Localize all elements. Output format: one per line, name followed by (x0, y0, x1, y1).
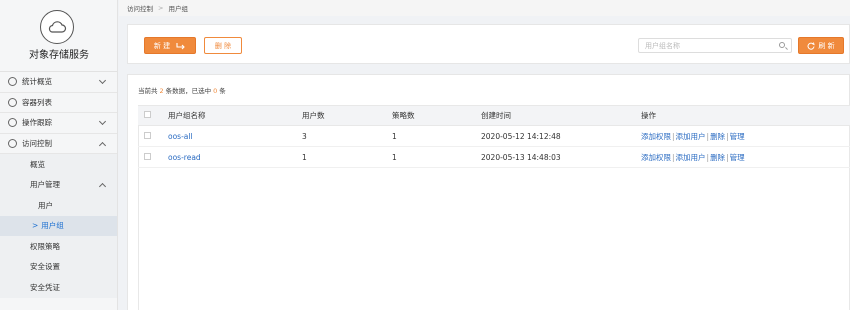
refresh-button[interactable]: 刷 新 (798, 37, 844, 54)
add-user-link[interactable]: 添加用户 (676, 153, 706, 162)
chevron-down-icon (98, 76, 107, 85)
select-all-checkbox[interactable] (144, 111, 151, 118)
selected-count: 0 (213, 87, 218, 95)
add-user-link[interactable]: 添加用户 (676, 132, 706, 141)
delete-link[interactable]: 删除 (710, 132, 725, 141)
user-count: 1 (296, 146, 386, 168)
row-select-cell (138, 125, 162, 147)
row-checkbox[interactable] (144, 131, 151, 139)
record-summary: 当前共 2 条数据，已选中 0 条 (138, 85, 226, 95)
manage-link[interactable]: 管理 (730, 153, 745, 162)
app-title: 对象存储服务 (29, 50, 89, 61)
breadcrumb: 访问控制 > 用户组 (119, 0, 850, 16)
row-select-cell (138, 146, 162, 168)
sidebar-item-permission-policies[interactable]: 权限策略 (0, 236, 117, 257)
chevron-up-icon (98, 182, 107, 190)
sidebar-item-overview-stats[interactable]: 统计概览 (0, 72, 117, 93)
sidebar-item-label: 访问控制 (22, 138, 52, 148)
summary-mid: 条数据，已选中 (165, 87, 212, 95)
enter-arrow-icon (176, 42, 185, 49)
sidebar-item-label: 用户 (38, 200, 53, 210)
sidebar-item-label: 统计概览 (22, 77, 52, 87)
summary-prefix: 当前共 (138, 87, 158, 95)
summary-suffix: 条 (219, 87, 226, 95)
refresh-button-label: 刷 新 (818, 41, 835, 50)
access-control-icon (8, 138, 17, 148)
group-name-link[interactable]: oos-all (162, 125, 296, 147)
sidebar-item-users[interactable]: 用户 (0, 195, 117, 216)
total-count: 2 (159, 87, 164, 95)
sidebar-item-user-groups[interactable]: > 用户组 (0, 215, 117, 236)
sidebar-item-label: 安全凭证 (30, 282, 60, 292)
sidebar-item-access-overview[interactable]: 概览 (0, 154, 117, 175)
delete-button-label: 删 除 (214, 41, 232, 50)
table-panel: 当前共 2 条数据，已选中 0 条 用户组名称 用户数 策略数 创建时间 操作 oos-… (127, 74, 850, 310)
select-all-cell (138, 105, 162, 126)
new-button[interactable]: 新 建 (144, 37, 196, 54)
main-content: 访问控制 > 用户组 新 建 删 除 刷 新 当前共2条数据，已选中0条 (119, 0, 850, 310)
policy-count: 1 (386, 125, 475, 147)
logo-area: 对象存储服务 (0, 0, 117, 72)
add-permission-link[interactable]: 添加权限 (641, 132, 671, 141)
action-separator: | (706, 131, 710, 141)
action-separator: | (726, 131, 729, 141)
created-time: 2020-05-13 14:48:03 (475, 146, 635, 168)
new-button-label: 新 建 (153, 41, 171, 50)
table-row: oos-read 1 1 2020-05-13 14:48:03 添加权限|添加… (138, 146, 850, 168)
sidebar-item-label: 操作跟踪 (22, 118, 52, 128)
sidebar-item-user-management[interactable]: 用户管理 (0, 174, 117, 195)
manage-link[interactable]: 管理 (730, 132, 745, 141)
row-checkbox[interactable] (144, 152, 151, 160)
action-separator: | (706, 152, 710, 162)
user-count: 3 (296, 125, 386, 147)
breadcrumb-current: 用户组 (168, 5, 188, 13)
sidebar-item-label: 概览 (30, 159, 45, 169)
sidebar-item-label: 容器列表 (22, 97, 52, 107)
chevron-down-icon (98, 117, 107, 126)
delete-link[interactable]: 删除 (710, 153, 725, 162)
action-separator: | (672, 131, 675, 141)
add-permission-link[interactable]: 添加权限 (641, 153, 671, 162)
row-actions: 添加权限|添加用户|删除|管理 (635, 146, 850, 168)
column-header: 用户组名称 (162, 105, 296, 126)
sidebar-item-security-credentials[interactable]: 安全凭证 (0, 277, 117, 298)
active-marker-icon: > (32, 221, 39, 231)
breadcrumb-separator: > (158, 4, 164, 12)
refresh-icon (807, 41, 816, 50)
sidebar-nav: 统计概览 容器列表 操作跟踪 访问控制 概览 用户管理 用户 > 用户组 权限策… (0, 72, 117, 298)
search-icon[interactable] (779, 42, 785, 48)
row-actions: 添加权限|添加用户|删除|管理 (635, 125, 850, 147)
chevron-up-icon (98, 141, 107, 149)
group-name-link[interactable]: oos-read (162, 146, 296, 168)
sidebar-item-label: 用户组 (41, 221, 64, 231)
chart-icon (8, 77, 17, 87)
sidebar: 对象存储服务 统计概览 容器列表 操作跟踪 访问控制 概览 用户管理 用户 > … (0, 0, 118, 310)
toolbar: 新 建 删 除 刷 新 (127, 24, 850, 64)
search-box (638, 38, 792, 53)
created-time: 2020-05-12 14:12:48 (475, 125, 635, 147)
sidebar-item-label: 权限策略 (30, 241, 60, 251)
action-separator: | (726, 152, 729, 162)
sidebar-item-containers[interactable]: 容器列表 (0, 93, 117, 113)
sidebar-item-access-control[interactable]: 访问控制 (0, 134, 117, 154)
container-icon (8, 97, 17, 107)
sidebar-item-operation-trace[interactable]: 操作跟踪 (0, 113, 117, 134)
user-group-table: 用户组名称 用户数 策略数 创建时间 操作 oos-all 3 1 2020-0… (138, 105, 850, 168)
trace-icon (8, 118, 17, 128)
column-header: 策略数 (386, 105, 475, 126)
delete-button[interactable]: 删 除 (204, 37, 242, 54)
sidebar-item-label: 安全设置 (30, 262, 60, 272)
sidebar-item-security-settings[interactable]: 安全设置 (0, 256, 117, 277)
column-header: 创建时间 (475, 105, 635, 126)
search-input[interactable] (639, 39, 774, 52)
column-header: 操作 (635, 105, 850, 126)
breadcrumb-parent[interactable]: 访问控制 (127, 3, 153, 13)
action-separator: | (672, 152, 675, 162)
table-header-row: 用户组名称 用户数 策略数 创建时间 操作 (138, 105, 850, 126)
cloud-logo-icon (40, 10, 74, 44)
column-header: 用户数 (296, 105, 386, 126)
table-row: oos-all 3 1 2020-05-12 14:12:48 添加权限|添加用… (138, 125, 850, 147)
sidebar-item-label: 用户管理 (30, 180, 60, 190)
policy-count: 1 (386, 146, 475, 168)
